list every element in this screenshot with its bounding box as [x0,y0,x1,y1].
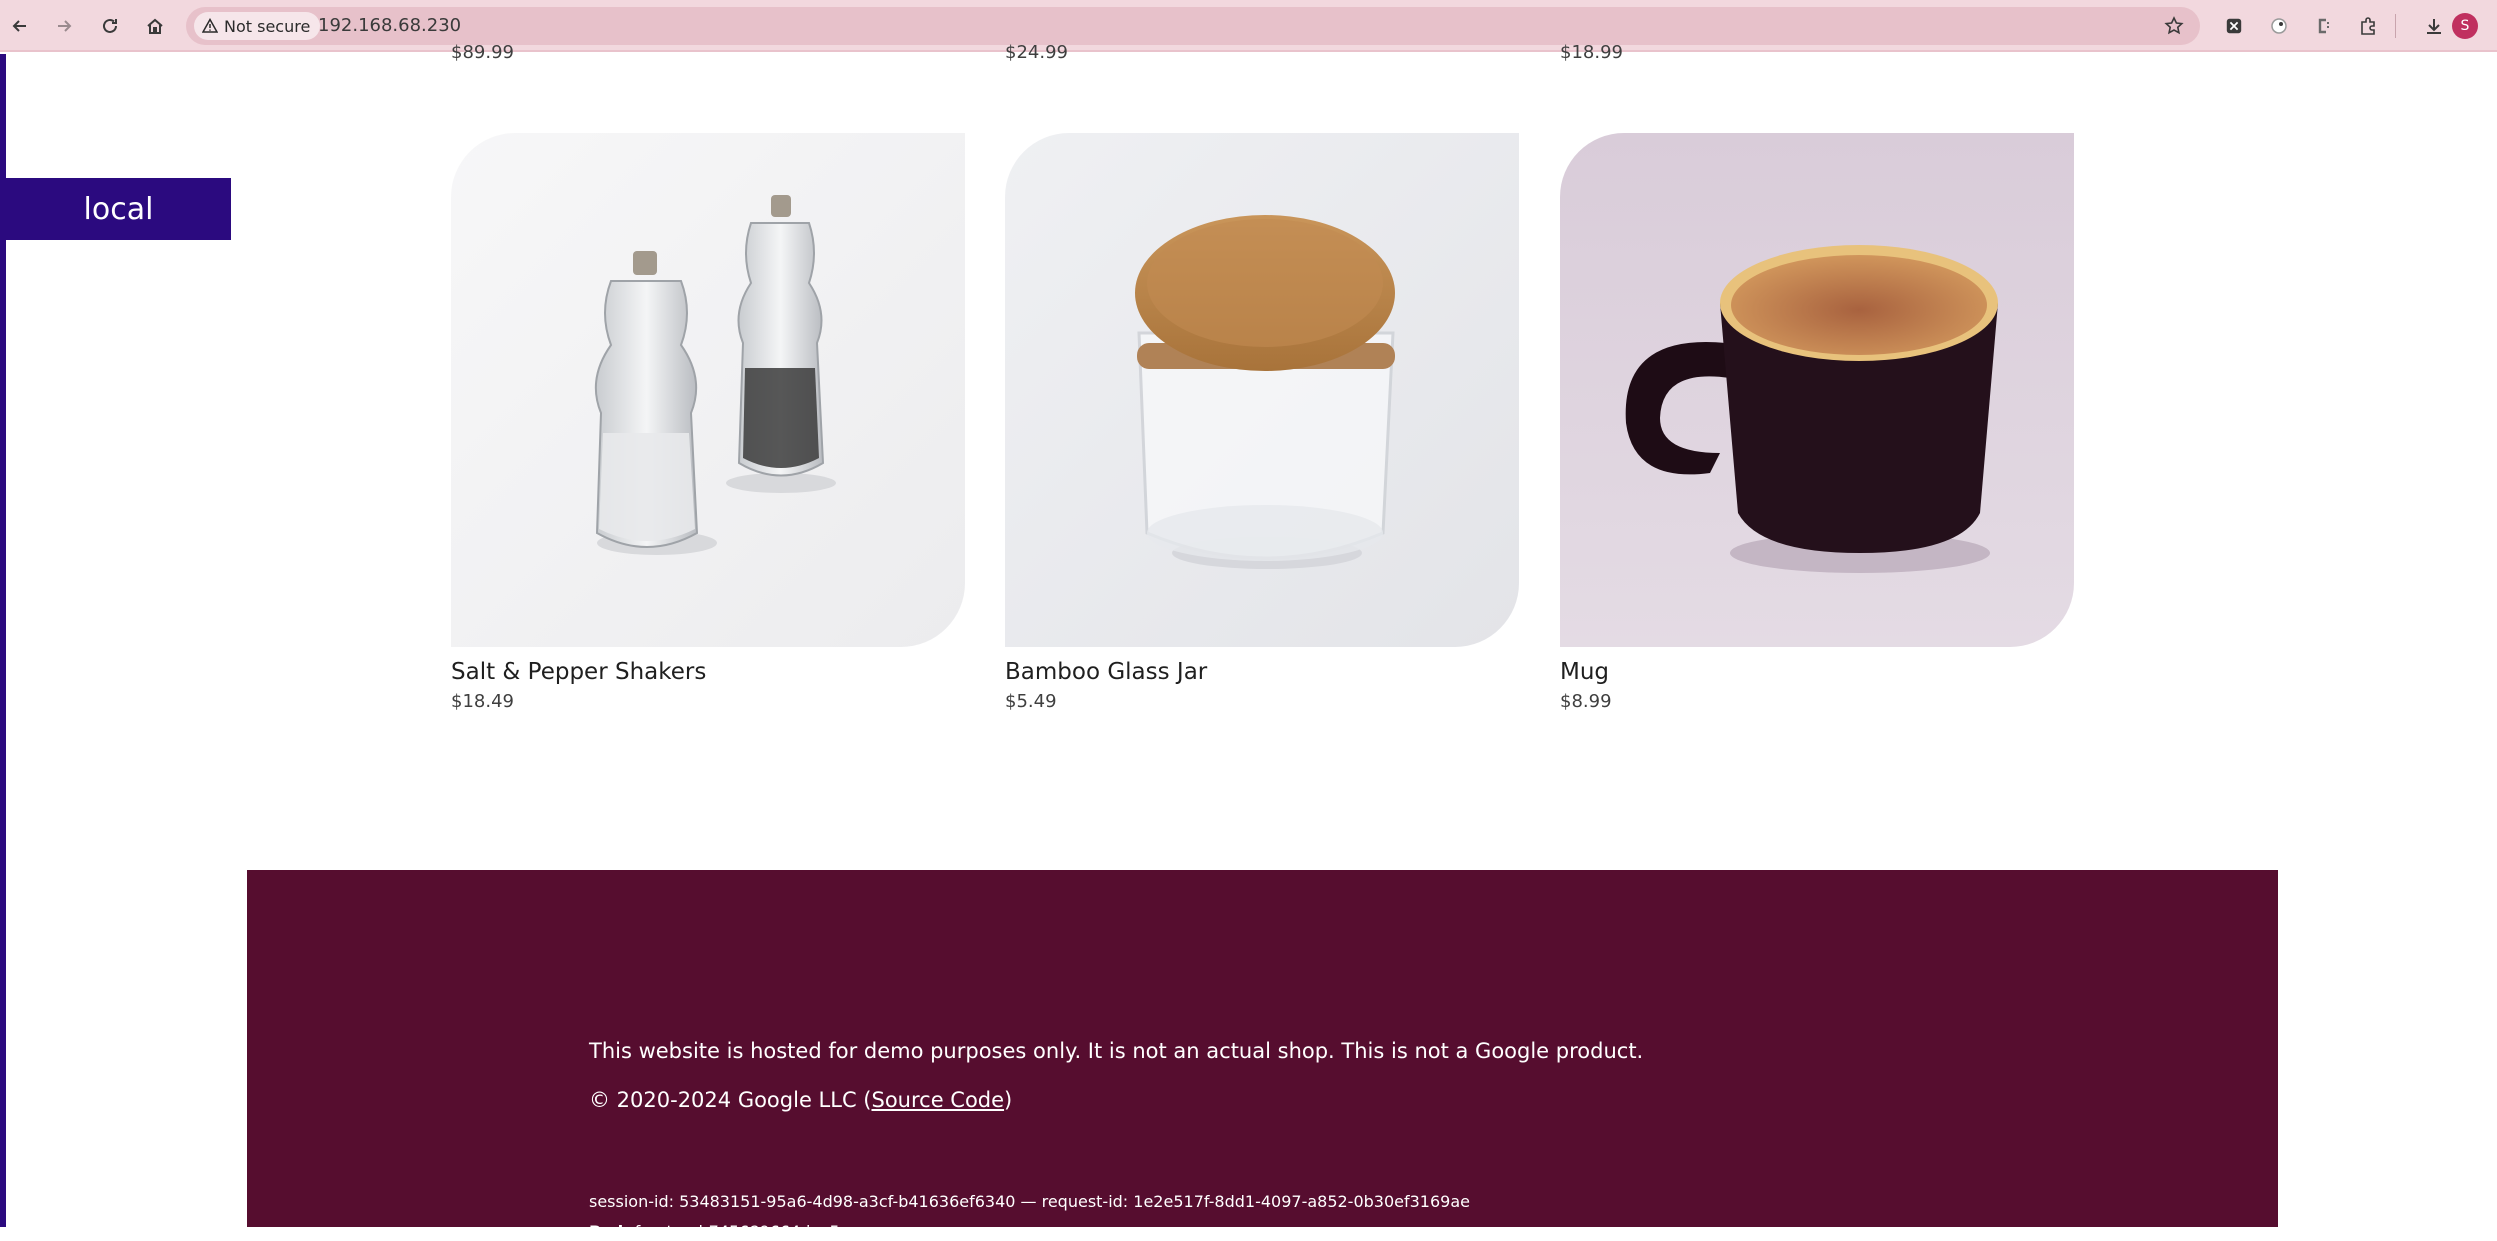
home-icon [147,18,163,34]
previous-product-price: $24.99 [1005,42,1068,63]
site-info-chip[interactable]: Not secure [194,12,321,40]
extensions-puzzle-icon[interactable] [2354,12,2382,40]
session-info: session-id: 53483151-95a6-4d98-a3cf-b416… [589,1192,1470,1211]
product-name[interactable]: Bamboo Glass Jar [1005,659,1519,685]
pod-info: Pod: frontend-745689664-jcg5v [589,1222,849,1241]
footer-copyright: © 2020-2024 Google LLC (Source Code) [589,1088,1012,1112]
arrow-left-icon [12,20,26,32]
product-name[interactable]: Mug [1560,659,2074,685]
forward-button[interactable] [48,10,80,42]
environment-label: local [83,191,154,227]
reload-icon [103,18,117,33]
previous-product-price: $18.99 [1560,42,1623,63]
product-image-mug[interactable] [1560,133,2074,647]
pod-label: Pod: [589,1222,630,1241]
extension-c-icon[interactable] [2310,12,2338,40]
address-bar[interactable]: Not secure 192.168.68.230 [186,7,2200,45]
environment-badge: local [6,178,231,240]
product-image-salt-pepper-shakers[interactable] [451,133,965,647]
extension-dark-reader-icon[interactable] [2265,12,2293,40]
downloads-icon[interactable] [2420,12,2448,40]
product-price: $5.49 [1005,691,1057,712]
page-content: local $89.99 $24.99 $18.99 Salt & Pepper… [0,42,2497,1241]
copyright-prefix: © 2020-2024 Google LLC ( [589,1088,872,1112]
arrow-right-icon [58,20,72,32]
toolbar-divider [2395,14,2396,38]
browser-toolbar: Not secure 192.168.68.230 S [0,0,2497,52]
profile-avatar[interactable]: S [2452,13,2478,39]
back-button[interactable] [4,10,36,42]
warning-icon [202,18,218,33]
footer-disclaimer: This website is hosted for demo purposes… [589,1039,1644,1063]
security-label: Not secure [224,16,311,36]
product-card[interactable]: Bamboo Glass Jar $5.49 [1005,133,1519,712]
product-name[interactable]: Salt & Pepper Shakers [451,659,965,685]
source-code-link[interactable]: Source Code [871,1088,1004,1112]
home-button[interactable] [139,10,171,42]
product-card[interactable]: Mug $8.99 [1560,133,2074,712]
bookmark-star-icon[interactable] [2164,16,2184,36]
copyright-suffix: ) [1004,1088,1013,1112]
reload-button[interactable] [94,10,126,42]
product-price: $8.99 [1560,691,1612,712]
url-text[interactable]: 192.168.68.230 [318,15,461,36]
pod-value: frontend-745689664-jcg5v [634,1222,850,1241]
product-card[interactable]: Salt & Pepper Shakers $18.49 [451,133,965,712]
extension-x-icon[interactable] [2220,12,2248,40]
product-price: $18.49 [451,691,514,712]
site-footer: This website is hosted for demo purposes… [247,870,2278,1241]
product-image-bamboo-glass-jar[interactable] [1005,133,1519,647]
previous-product-price: $89.99 [451,42,514,63]
